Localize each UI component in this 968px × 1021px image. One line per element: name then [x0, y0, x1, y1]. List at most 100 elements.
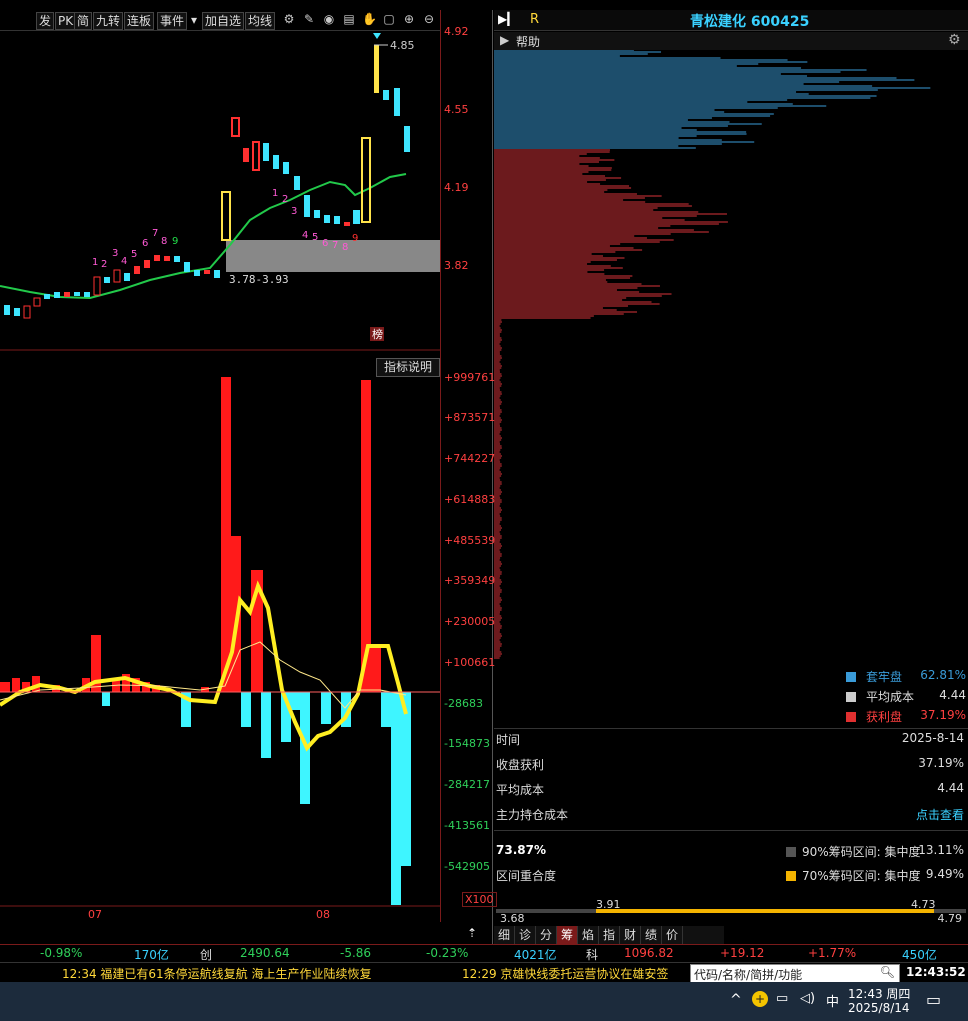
- tab-finance[interactable]: 财: [620, 926, 641, 944]
- right-panel-header: ▶▎ R 青松建化 600425: [494, 10, 968, 31]
- collapse-up-icon[interactable]: ⇡: [464, 926, 480, 942]
- toolbar-lianban[interactable]: 连板: [124, 12, 155, 30]
- settings-gear-icon[interactable]: ⚙: [948, 32, 961, 48]
- price-tick: 4.19: [444, 181, 469, 194]
- overlap-row: 73.87% 90%筹码区间: 集中度 13.11%: [496, 843, 964, 859]
- toolbar-pk[interactable]: PK: [55, 12, 77, 30]
- info-row-main-cost: 主力持仓成本 点击查看: [496, 806, 964, 823]
- tab-price[interactable]: 价: [662, 926, 683, 944]
- td-count-label: 8: [161, 236, 167, 247]
- td-count-label: 4: [302, 230, 308, 241]
- zoom-out-icon[interactable]: ⊖: [422, 12, 436, 26]
- help-link[interactable]: 帮助: [516, 33, 540, 50]
- tab-diagnose[interactable]: 诊: [515, 926, 536, 944]
- help-bar: ▶ 帮助 ⚙: [494, 32, 968, 50]
- info-row-profit: 收盘获利 37.19%: [496, 756, 964, 772]
- volume-icon[interactable]: ◁): [800, 991, 815, 1006]
- news-item[interactable]: 12:34 福建已有61条停运航线复航 海上生产作业陆续恢复: [62, 965, 371, 982]
- hand-icon[interactable]: ✋: [362, 12, 377, 26]
- tab-index[interactable]: 指: [599, 926, 620, 944]
- range-price-label: 3.78-3.93: [229, 273, 289, 286]
- ma-line: [0, 173, 407, 300]
- notification-icon[interactable]: ▭: [926, 990, 941, 1009]
- indicator-unit: X100: [462, 892, 497, 907]
- td-count-label: 3: [112, 248, 118, 259]
- legend-swatch: [846, 692, 856, 702]
- toolbar-fa[interactable]: 发: [36, 12, 55, 30]
- toolbar-ma[interactable]: 均线: [245, 12, 276, 30]
- search-input[interactable]: 代码/名称/简拼/功能 🔍︎: [690, 964, 900, 983]
- app-tray-icon[interactable]: +: [752, 991, 768, 1007]
- chevron-up-icon[interactable]: ^: [730, 992, 742, 1008]
- gear-icon[interactable]: ⚙: [282, 12, 296, 26]
- search-icon[interactable]: 🔍︎: [880, 965, 895, 979]
- tab-performance[interactable]: 绩: [641, 926, 662, 944]
- indicator-negative-bars: [102, 692, 411, 905]
- candles: [4, 45, 410, 319]
- lock-icon[interactable]: ▢: [382, 12, 396, 26]
- td-count-label: 4: [121, 256, 127, 267]
- panel-toggle-icon[interactable]: ▶▎: [498, 12, 516, 26]
- legend-label: 套牢盘: [866, 670, 903, 684]
- candlestick-chart: 1 2 3 4 5 6 7 8 9 1 2 3 4 5 6 7 8 9 4.85…: [0, 33, 440, 351]
- windows-taskbar: ^ + ▭ ◁) 中 12:43 周四 2025/8/14 ▭: [0, 982, 968, 1021]
- indicator-tick: +359349: [444, 574, 496, 587]
- toolbar-jian[interactable]: 简: [74, 12, 93, 30]
- price-tick: 3.82: [444, 259, 469, 272]
- taskbar-time[interactable]: 12:43 周四: [848, 985, 910, 1002]
- axis-divider: [440, 10, 441, 922]
- info-row-time: 时间 2025-8-14: [496, 731, 964, 747]
- panel-tabs: 细诊分筹焰指财绩价: [494, 926, 724, 944]
- range-swatch: [786, 847, 796, 857]
- indicator-tick: -284217: [444, 778, 490, 791]
- zoom-in-icon[interactable]: ⊕: [402, 12, 416, 26]
- view-main-cost-link[interactable]: 点击查看: [916, 806, 964, 823]
- td-count-label: 6: [322, 238, 328, 249]
- legend-label: 平均成本: [866, 690, 915, 704]
- tab-flame[interactable]: 焰: [578, 926, 599, 944]
- chip-distribution: [494, 50, 931, 659]
- ime-indicator[interactable]: 中: [826, 991, 839, 1010]
- toolbar-jiuzhuan[interactable]: 九转: [93, 12, 124, 30]
- legend-swatch: [846, 672, 856, 682]
- high-marker-icon: [373, 33, 381, 39]
- news-bar: 12:34 福建已有61条停运航线复航 海上生产作业陆续恢复 12:29 京雄快…: [0, 962, 968, 983]
- brush-icon[interactable]: ✎: [302, 12, 316, 26]
- ticker-value: -0.23%: [426, 946, 469, 960]
- indicator-chart: [0, 377, 440, 907]
- trash-icon[interactable]: ▤: [342, 12, 356, 26]
- rank-badge: 榜: [372, 327, 383, 341]
- toolbar-shijian[interactable]: 事件: [157, 12, 188, 30]
- td-count-label: 5: [131, 249, 137, 260]
- taskbar-date[interactable]: 2025/8/14: [848, 1001, 910, 1015]
- tab-chips[interactable]: 筹: [557, 926, 578, 944]
- tab-detail[interactable]: 细: [494, 926, 515, 944]
- indicator-tick: +999761: [444, 371, 496, 384]
- r-badge: R: [530, 12, 540, 27]
- ticker-value: 2490.64: [240, 946, 290, 960]
- indicator-tick: +744227: [444, 452, 496, 465]
- indicator-tick: +230005: [444, 615, 496, 628]
- chart-toolbar: 发 PK 简 九转 连板 事件 ▾ 加自选 均线 ⚙ ✎ ◉ ▤ ✋ ▢ ⊕ ⊖: [0, 10, 440, 31]
- ticker-value: 1096.82: [624, 946, 674, 960]
- info-row-avg-cost: 平均成本 4.44: [496, 781, 964, 797]
- legend-value: 37.19%: [920, 708, 966, 722]
- td-count-label: 7: [152, 228, 158, 239]
- help-expand-icon[interactable]: ▶: [500, 33, 509, 47]
- indicator-tick: +485539: [444, 534, 496, 547]
- ticker-label: 创: [200, 948, 213, 962]
- tab-minute[interactable]: 分: [536, 926, 557, 944]
- time-label: 07: [88, 908, 102, 921]
- td-count-label: 1: [92, 257, 98, 268]
- chip-legend: 套牢盘 62.81% 平均成本 4.44 获利盘 37.19%: [840, 668, 966, 728]
- toolbar-dropdown[interactable]: ▾: [189, 12, 199, 28]
- toolbar-add-watch[interactable]: 加自选: [202, 12, 245, 30]
- ticker-value: -5.86: [340, 946, 372, 960]
- td-count-label: 9: [352, 233, 358, 244]
- indicator-tick: -413561: [444, 819, 490, 832]
- eye-icon[interactable]: ◉: [322, 12, 336, 26]
- legend-value: 4.44: [939, 688, 966, 702]
- news-item[interactable]: 12:29 京雄快线委托运营协议在雄安签: [462, 965, 688, 982]
- indicator-tick: -542905: [444, 860, 490, 873]
- network-icon[interactable]: ▭: [776, 991, 788, 1006]
